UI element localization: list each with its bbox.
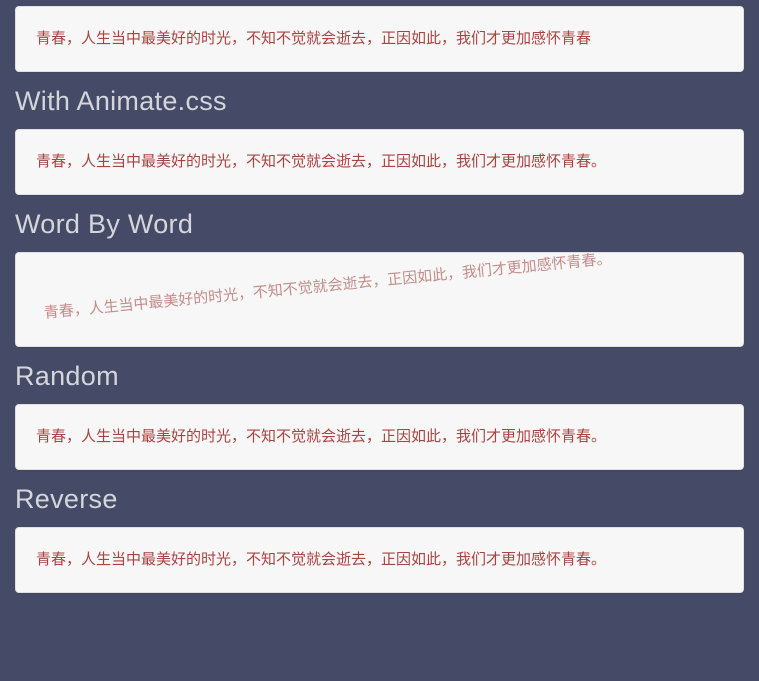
text-box-random: 青春，人生当中最美好的时光，不知不觉就会逝去，正因如此，我们才更加感怀青春。 — [15, 404, 744, 470]
text-content: 青春，人生当中最美好的时光，不知不觉就会逝去，正因如此，我们才更加感怀青春 — [36, 30, 591, 47]
text-box-animate: 青春，人生当中最美好的时光，不知不觉就会逝去，正因如此，我们才更加感怀青春。 — [15, 129, 744, 195]
section-title-reverse: Reverse — [15, 484, 744, 515]
section-title-random: Random — [15, 361, 744, 392]
text-box-reverse: 青春，人生当中最美好的时光，不知不觉就会逝去，正因如此，我们才更加感怀青春。 — [15, 527, 744, 593]
text-box-wordbyword: 青春，人生当中最美好的时光，不知不觉就会逝去，正因如此，我们才更加感怀青春。 — [15, 252, 744, 347]
section-title-animate: With Animate.css — [15, 86, 744, 117]
section-random: Random 青春，人生当中最美好的时光，不知不觉就会逝去，正因如此，我们才更加… — [15, 361, 744, 470]
text-box-first: 青春，人生当中最美好的时光，不知不觉就会逝去，正因如此，我们才更加感怀青春 — [15, 6, 744, 72]
text-content: 青春，人生当中最美好的时光，不知不觉就会逝去，正因如此，我们才更加感怀青春。 — [36, 153, 606, 170]
text-content: 青春，人生当中最美好的时光，不知不觉就会逝去，正因如此，我们才更加感怀青春。 — [36, 551, 606, 568]
text-content: 青春，人生当中最美好的时光，不知不觉就会逝去，正因如此，我们才更加感怀青春。 — [36, 428, 606, 445]
text-content-rotated: 青春，人生当中最美好的时光，不知不觉就会逝去，正因如此，我们才更加感怀青春。 — [43, 252, 613, 326]
section-wordbyword: Word By Word 青春，人生当中最美好的时光，不知不觉就会逝去，正因如此… — [15, 209, 744, 347]
section-first: 青春，人生当中最美好的时光，不知不觉就会逝去，正因如此，我们才更加感怀青春 — [15, 6, 744, 72]
section-animate: With Animate.css 青春，人生当中最美好的时光，不知不觉就会逝去，… — [15, 86, 744, 195]
section-title-wordbyword: Word By Word — [15, 209, 744, 240]
section-reverse: Reverse 青春，人生当中最美好的时光，不知不觉就会逝去，正因如此，我们才更… — [15, 484, 744, 593]
